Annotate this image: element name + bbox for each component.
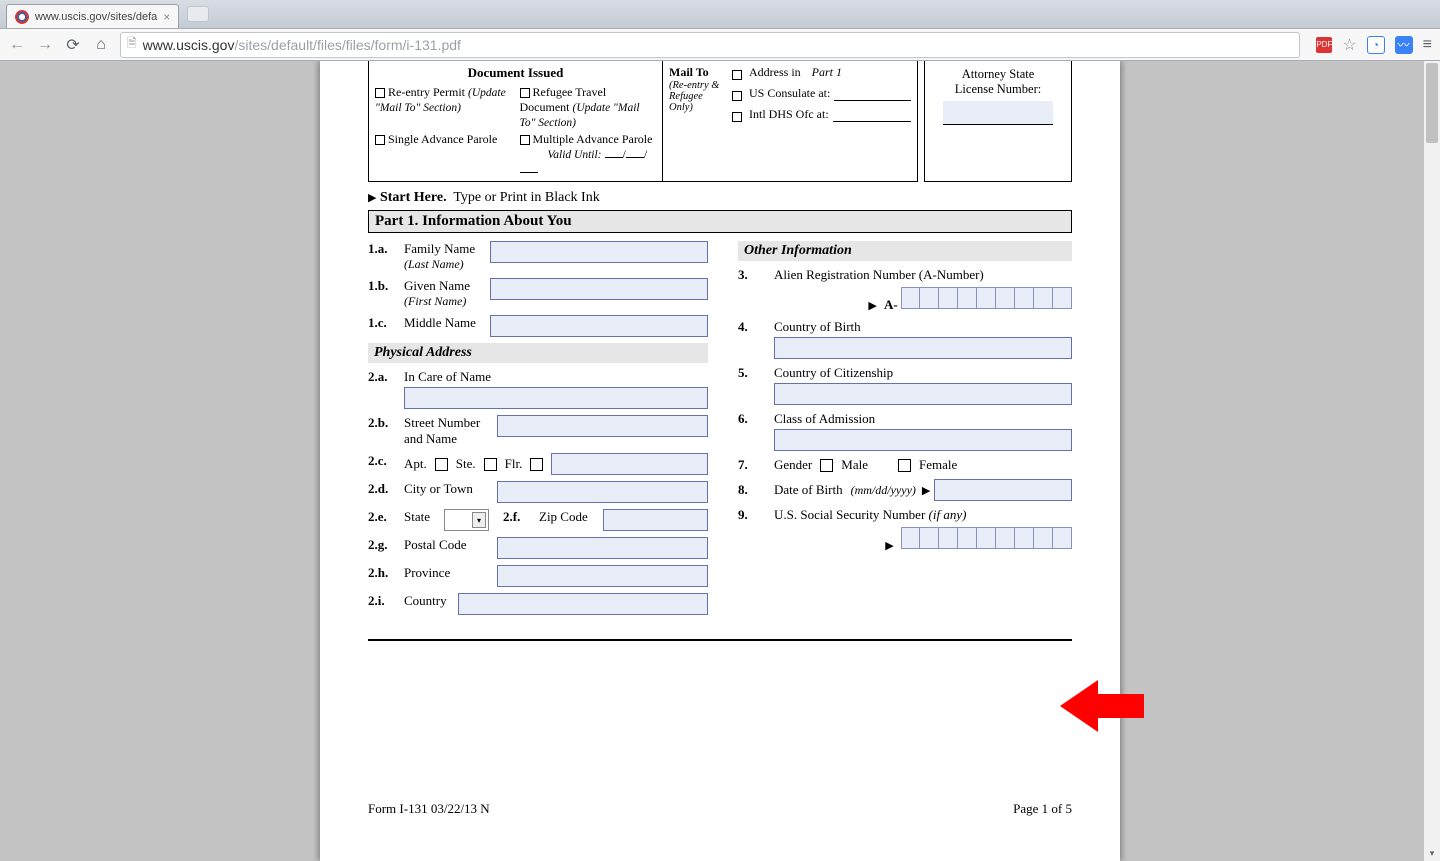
bookmark-icon[interactable]: ☆ xyxy=(1342,35,1356,55)
class-of-admission-input[interactable] xyxy=(774,429,1072,451)
doc-issued-title: Document Issued xyxy=(375,65,656,81)
given-name-input[interactable] xyxy=(490,278,708,300)
new-tab-button[interactable] xyxy=(187,6,209,22)
mail-us-consulate-checkbox[interactable] xyxy=(732,91,742,101)
forward-button[interactable]: → xyxy=(36,36,54,54)
mail-address-part1-checkbox[interactable] xyxy=(732,70,742,80)
page-footer: Form I-131 03/22/13 N Page 1 of 5 xyxy=(368,801,1072,817)
toolbar-right: PDF ☆ ◔ 〰 ≡ xyxy=(1310,35,1432,55)
back-button[interactable]: ← xyxy=(8,36,26,54)
reload-button[interactable]: ⟳ xyxy=(64,35,82,55)
document-issued-box: Document Issued Re-entry Permit (Update … xyxy=(368,61,663,182)
part1-header: Part 1. Information About You xyxy=(368,210,1072,233)
tab-close-icon[interactable]: × xyxy=(163,10,170,24)
ste-checkbox[interactable] xyxy=(484,458,497,471)
page-icon: 🗎 xyxy=(127,34,137,55)
start-here-line: ▶ Start Here. Type or Print in Black Ink xyxy=(368,190,1072,206)
triangle-icon: ▶ xyxy=(922,484,930,497)
scrollbar-thumb[interactable] xyxy=(1426,63,1438,143)
zip-code-input[interactable] xyxy=(603,509,708,531)
date-of-birth-input[interactable] xyxy=(934,479,1072,501)
intl-dhs-input[interactable] xyxy=(833,110,911,122)
right-column: Other Information 3. Alien Registration … xyxy=(738,241,1072,621)
gender-male-checkbox[interactable] xyxy=(820,459,833,472)
address-bar: ← → ⟳ ⌂ 🗎 www.uscis.gov/sites/default/fi… xyxy=(0,28,1440,61)
scroll-down-arrow[interactable]: ▾ xyxy=(1424,845,1440,861)
ssn-input[interactable] xyxy=(901,527,1072,549)
a-number-input[interactable] xyxy=(901,287,1072,309)
pdf-page: Document Issued Re-entry Permit (Update … xyxy=(320,61,1120,861)
mail-to-title: Mail To xyxy=(669,65,724,80)
favicon-icon xyxy=(15,10,29,24)
in-care-of-name-input[interactable] xyxy=(404,387,708,409)
section-divider xyxy=(368,639,1072,641)
browser-tab[interactable]: www.uscis.gov/sites/defa × xyxy=(6,4,179,28)
country-input[interactable] xyxy=(458,593,708,615)
tab-bar: www.uscis.gov/sites/defa × xyxy=(0,0,1440,28)
attorney-state-box: Attorney State License Number: xyxy=(924,61,1072,182)
attorney-license-input[interactable] xyxy=(943,101,1053,125)
pdf-viewport: Document Issued Re-entry Permit (Update … xyxy=(0,61,1440,861)
extension-icon-1[interactable]: ◔ xyxy=(1367,36,1385,54)
pdf-icon[interactable]: PDF xyxy=(1316,37,1332,53)
multiple-advance-parole-checkbox[interactable] xyxy=(520,135,530,145)
menu-button[interactable]: ≡ xyxy=(1423,36,1432,54)
state-select[interactable]: ▾ xyxy=(444,509,489,531)
left-column: 1.a. Family Name(Last Name) 1.b. Given N… xyxy=(368,241,708,621)
url-text: www.uscis.gov/sites/default/files/files/… xyxy=(143,37,461,53)
apt-number-input[interactable] xyxy=(551,453,708,475)
street-input[interactable] xyxy=(497,415,708,437)
country-of-birth-input[interactable] xyxy=(774,337,1072,359)
city-input[interactable] xyxy=(497,481,708,503)
page-number-label: Page 1 of 5 xyxy=(1013,801,1072,817)
home-button[interactable]: ⌂ xyxy=(92,36,110,54)
flr-checkbox[interactable] xyxy=(530,458,543,471)
single-advance-parole-checkbox[interactable] xyxy=(375,135,385,145)
refugee-travel-checkbox[interactable] xyxy=(520,88,530,98)
form-id-label: Form I-131 03/22/13 N xyxy=(368,801,490,817)
country-of-citizenship-input[interactable] xyxy=(774,383,1072,405)
us-consulate-input[interactable] xyxy=(834,89,911,101)
province-input[interactable] xyxy=(497,565,708,587)
url-input[interactable]: 🗎 www.uscis.gov/sites/default/files/file… xyxy=(120,32,1300,58)
postal-code-input[interactable] xyxy=(497,537,708,559)
triangle-icon: ▶ xyxy=(868,300,876,312)
other-info-header: Other Information xyxy=(738,241,1072,261)
physical-address-header: Physical Address xyxy=(368,343,708,363)
middle-name-input[interactable] xyxy=(490,315,708,337)
triangle-icon: ▶ xyxy=(885,540,893,552)
tab-title: www.uscis.gov/sites/defa xyxy=(35,11,157,23)
family-name-input[interactable] xyxy=(490,241,708,263)
mail-intl-dhs-checkbox[interactable] xyxy=(732,112,742,122)
apt-checkbox[interactable] xyxy=(435,458,448,471)
reentry-permit-checkbox[interactable] xyxy=(375,88,385,98)
extension-icon-2[interactable]: 〰 xyxy=(1395,36,1413,54)
scrollbar-track[interactable]: ▾ xyxy=(1424,61,1440,861)
gender-female-checkbox[interactable] xyxy=(898,459,911,472)
mail-to-box: Mail To (Re-entry & Refugee Only) Addres… xyxy=(663,61,918,182)
